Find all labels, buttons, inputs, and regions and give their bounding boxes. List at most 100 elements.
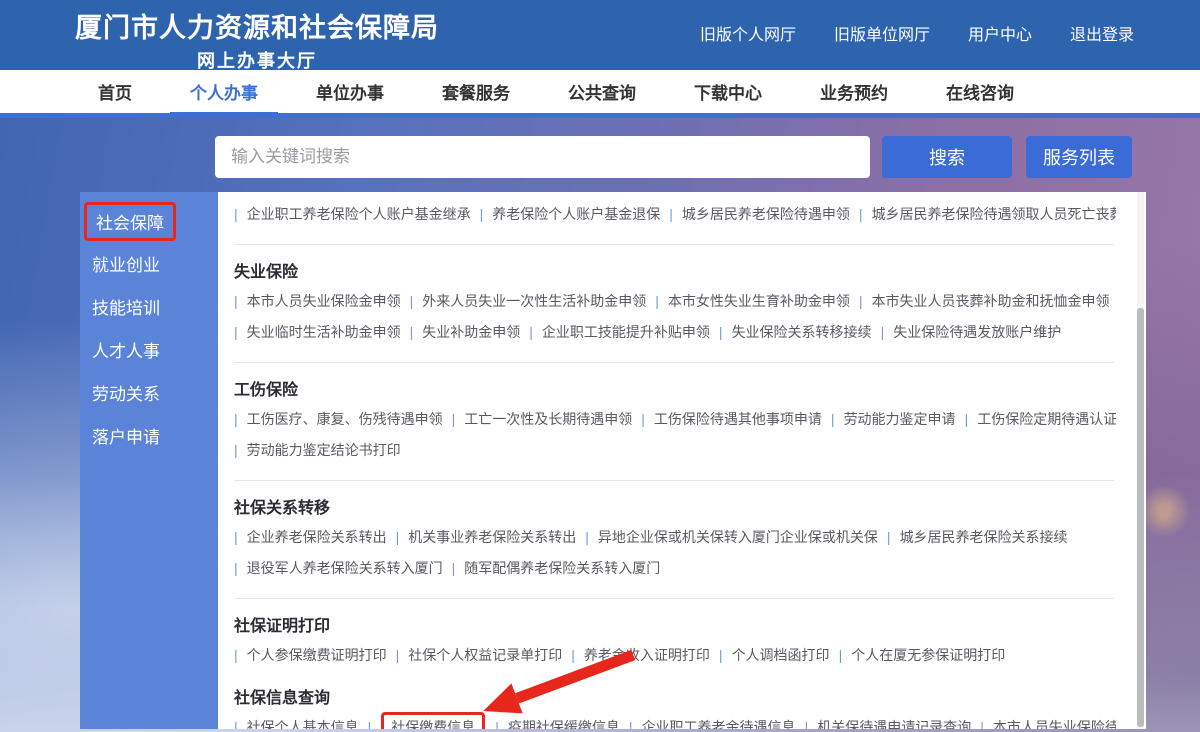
service-link[interactable]: 工伤保险定期待遇认证 [977,411,1116,427]
service-link[interactable]: 疫期社保缓缴信息 [508,719,620,729]
site-title: 厦门市人力资源和社会保障局 [75,6,439,45]
separator: | [452,560,456,576]
separator: | [719,324,723,340]
service-link[interactable]: 失业补助金申领 [422,324,520,340]
search-bar: 搜索 服务列表 [215,136,1200,178]
service-link[interactable]: 失业保险待遇发放账户维护 [893,324,1061,340]
nav-tab[interactable]: 套餐服务 [442,70,510,113]
service-link[interactable]: 本市女性失业生育补助金申领 [668,293,850,309]
service-link[interactable]: 本市人员失业保险待遇信息 [993,719,1116,729]
service-link[interactable]: 机关保待遇申请记录查询 [817,719,971,729]
service-link[interactable]: 个人调档函打印 [732,647,830,663]
service-link[interactable]: 工伤保险待遇其他事项申请 [654,411,822,427]
page: 厦门市人力资源和社会保障局 网上办事大厅 旧版个人网厅 旧版单位网厅 用户中心 退出登… [0,0,1200,732]
service-link[interactable]: 城乡居民养老保险关系接续 [900,529,1068,545]
nav-tab[interactable]: 下载中心 [694,70,762,113]
service-link[interactable]: 劳动能力鉴定结论书打印 [247,442,401,458]
service-link[interactable]: 企业职工养老金待遇信息 [642,719,796,729]
service-link[interactable]: 养老保险个人账户基金退保 [492,206,660,222]
sidebar-item[interactable]: 社会保障 [84,202,176,241]
service-section: 工伤保险 | 工伤医疗、康复、伤残待遇申领 | 工亡一次性及长期待遇申领 | 工伤保险待遇其… [232,376,1116,481]
separator: | [396,647,400,663]
service-link-row: |退役军人养老保险关系转入厦门|随军配偶养老保险关系转入厦门 [232,553,1116,584]
nav-tab[interactable]: 单位办事 [316,70,384,113]
separator: | [410,324,414,340]
separator: | [629,719,633,729]
service-link-row: |企业养老保险关系转出|机关事业养老保险关系转出|异地企业保或机关保转入厦门企业… [232,522,1116,553]
nav-tab[interactable]: 首页 [98,70,132,113]
hero-background: 搜索 服务列表 社会保障就业创业技能培训人才人事劳动关系落户申请 |企业职工正常… [0,118,1200,732]
service-link[interactable]: 企业养老保险关系转出 [247,529,387,545]
header-link[interactable]: 旧版个人网厅 [700,21,796,45]
service-link[interactable]: 社保个人权益记录单打印 [408,647,562,663]
separator: | [965,411,969,427]
separator: | [805,719,809,729]
service-link[interactable]: 城乡居民养老保险待遇领取人员死亡丧葬费申领 [872,206,1116,222]
separator: | [396,529,400,545]
header-links: 旧版个人网厅 旧版单位网厅 用户中心 退出登录 [700,21,1134,45]
service-link[interactable]: 本市失业人员丧葬补助金和抚恤金申领 [872,293,1110,309]
separator: | [585,529,589,545]
service-list-button[interactable]: 服务列表 [1026,136,1132,178]
sidebar-item[interactable]: 技能培训 [80,286,218,327]
service-link[interactable]: 个人在厦无参保证明打印 [851,647,1005,663]
nav-tab[interactable]: 业务预约 [820,70,888,113]
service-link[interactable]: 外来人员失业一次性生活补助金申领 [422,293,646,309]
service-link[interactable]: 劳动能力鉴定申请 [844,411,956,427]
service-section: 社保信息查询|社保个人基本信息|社保缴费信息|疫期社保缓缴信息|企业职工养老金待… [232,684,1116,729]
sidebar-item[interactable]: 人才人事 [80,329,218,370]
service-link[interactable]: 机关事业养老保险关系转出 [408,529,576,545]
service-link-row: |企业职工正常退休（提前退休）申领|企业职工特殊工种企业退休（退职）人员死亡丧葬… [232,192,1116,199]
service-link[interactable]: 失业临时生活补助金申领 [247,324,401,340]
section-divider [234,244,1114,245]
service-link[interactable]: 个人参保缴费证明打印 [247,647,387,663]
service-link-row: |个人参保缴费证明打印|社保个人权益记录单打印|养老金收入证明打印|个人调档函打… [232,640,1116,671]
nav-tab[interactable]: 公共查询 [568,70,636,113]
service-link[interactable]: 异地企业保或机关保转入厦门企业保或机关保 [598,529,878,545]
service-link[interactable]: 企业职工养老保险个人账户基金继承 [247,206,471,222]
service-link[interactable]: 企业职工技能提升补贴申领 [542,324,710,340]
sidebar-item[interactable]: 劳动关系 [80,372,218,413]
separator: | [234,411,238,427]
search-button[interactable]: 搜索 [882,136,1012,178]
nav-tab[interactable]: 个人办事 [190,70,258,113]
service-link[interactable]: 社保个人基本信息 [247,719,359,729]
site-title-block: 厦门市人力资源和社会保障局 网上办事大厅 [75,6,439,73]
service-link[interactable]: 本市人员失业保险金申领 [247,293,401,309]
service-link[interactable]: 失业保险关系转移接续 [732,324,872,340]
service-link-row: |失业临时生活补助金申领|失业补助金申领|企业职工技能提升补贴申领|失业保险关系… [232,317,1116,348]
category-sidebar: 社会保障就业创业技能培训人才人事劳动关系落户申请 [80,192,218,729]
site-header: 厦门市人力资源和社会保障局 网上办事大厅 旧版个人网厅 旧版单位网厅 用户中心 退出登… [0,0,1200,70]
section-divider [234,598,1114,599]
service-link[interactable]: 工伤医疗、康复、伤残待遇申领 [247,411,443,427]
separator: | [495,719,499,729]
service-link[interactable]: 退役军人养老保险关系转入厦门 [247,560,443,576]
service-link[interactable]: 社保缴费信息 [381,712,485,729]
service-panel: |企业职工正常退休（提前退休）申领|企业职工特殊工种企业退休（退职）人员死亡丧葬… [218,192,1146,729]
header-link[interactable]: 旧版单位网厅 [834,21,930,45]
service-link-row: |企业职工养老保险个人账户基金继承|养老保险个人账户基金退保|城乡居民养老保险待… [232,199,1116,230]
separator: | [655,293,659,309]
header-link[interactable]: 退出登录 [1070,21,1134,45]
separator: | [234,719,238,729]
section-title: 社保关系转移 [234,494,1116,518]
separator: | [571,647,575,663]
section-title: 工伤保险 [234,376,1116,400]
separator: | [881,324,885,340]
service-link[interactable]: 城乡居民养老保险待遇申领 [682,206,850,222]
sidebar-item[interactable]: 落户申请 [80,415,218,456]
service-link[interactable]: 养老金收入证明打印 [584,647,710,663]
header-link[interactable]: 用户中心 [968,21,1032,45]
scrollbar[interactable] [1137,192,1144,729]
separator: | [719,647,723,663]
nav-tab[interactable]: 在线咨询 [946,70,1014,113]
separator: | [641,411,645,427]
search-input[interactable] [215,136,870,178]
section-title: 社保证明打印 [234,612,1116,636]
service-link[interactable]: 随军配偶养老保险关系转入厦门 [464,560,660,576]
main-nav: 首页 个人办事 单位办事 套餐服务 公共查询 下载中心 业务预约 在线咨询 [0,70,1200,118]
separator: | [831,411,835,427]
scrollbar-thumb[interactable] [1137,308,1144,727]
service-link[interactable]: 工亡一次性及长期待遇申领 [464,411,632,427]
sidebar-item[interactable]: 就业创业 [80,243,218,284]
